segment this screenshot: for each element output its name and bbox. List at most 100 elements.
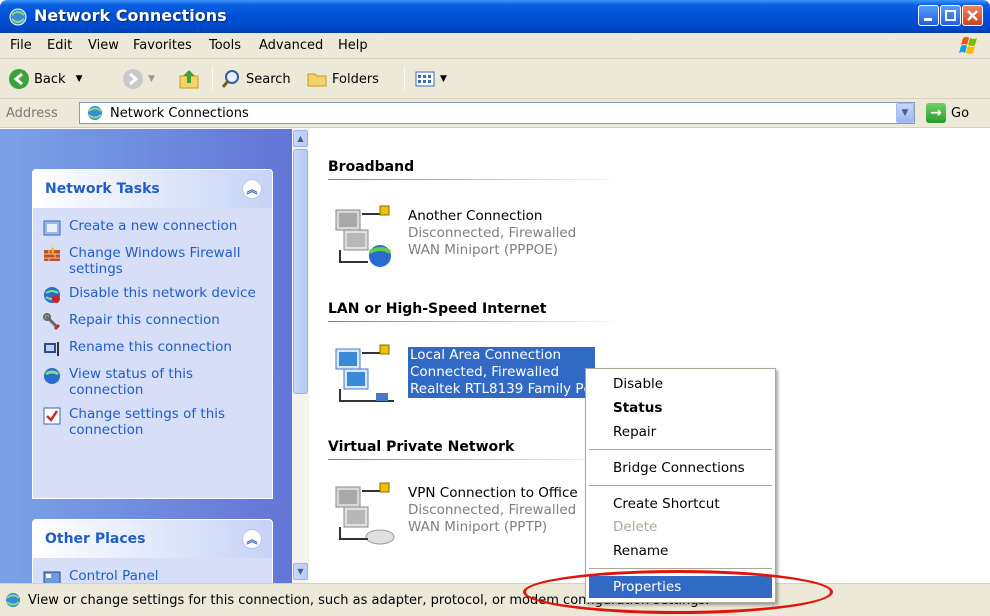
task-label: Repair this connection: [69, 312, 220, 328]
menu-tools[interactable]: Tools: [209, 38, 241, 53]
firewall-icon: [44, 247, 60, 261]
other-places-title: Other Places: [45, 531, 146, 547]
repair-icon: [43, 313, 61, 331]
status-bar: View or change settings for this connect…: [0, 583, 990, 616]
network-tasks-panel: Network Tasks ︽ Create a new connection …: [32, 169, 273, 499]
connection-name: Local Area Connection: [410, 347, 562, 363]
connection-device: WAN Miniport (PPTP): [408, 519, 548, 535]
menu-item-properties[interactable]: Properties: [589, 576, 772, 598]
task-label: Change settings of this connection: [69, 406, 226, 438]
menu-separator: [589, 568, 772, 569]
maximize-button[interactable]: [940, 5, 961, 26]
go-button[interactable]: → Go: [926, 103, 969, 123]
scroll-thumb[interactable]: [293, 149, 308, 394]
address-label: Address: [6, 106, 58, 121]
views-button[interactable]: ▼: [414, 67, 447, 91]
task-label: View status of this connection: [69, 366, 194, 398]
connection-device: WAN Miniport (PPPOE): [408, 242, 559, 258]
toolbar-separator: [404, 67, 405, 91]
task-pane-scrollbar[interactable]: ▲ ▼: [292, 129, 309, 583]
task-rename-connection[interactable]: Rename this connection: [33, 335, 272, 362]
up-folder-button[interactable]: [178, 67, 200, 91]
address-dropdown-button[interactable]: ▼: [896, 103, 914, 123]
go-label: Go: [951, 105, 970, 121]
network-tasks-header[interactable]: Network Tasks ︽: [33, 170, 272, 208]
forward-button[interactable]: ▼: [122, 67, 155, 91]
forward-arrow-icon: [123, 69, 143, 89]
task-label: Rename this connection: [69, 339, 232, 355]
connection-text: Local Area Connection Connected, Firewal…: [408, 347, 595, 398]
task-label: Change Windows Firewall settings: [69, 245, 241, 277]
back-dropdown-icon[interactable]: ▼: [76, 74, 83, 84]
connection-device: Realtek RTL8139 Family Pc: [410, 381, 591, 397]
menu-edit[interactable]: Edit: [47, 38, 72, 53]
menu-file[interactable]: File: [10, 38, 32, 53]
search-button[interactable]: Search: [220, 67, 291, 91]
group-divider: [328, 321, 628, 322]
connection-status: Connected, Firewalled: [410, 364, 560, 380]
scroll-down-button[interactable]: ▼: [293, 563, 308, 580]
folders-icon: [307, 73, 327, 87]
menu-advanced[interactable]: Advanced: [259, 38, 323, 53]
toolbar-separator: [212, 67, 213, 91]
window-title: Network Connections: [34, 6, 227, 25]
views-dropdown-icon: ▼: [440, 74, 447, 84]
task-repair-connection[interactable]: Repair this connection: [33, 308, 272, 335]
settings-icon: [43, 407, 61, 425]
menu-item-create-shortcut[interactable]: Create Shortcut: [589, 493, 772, 515]
task-label: Control Panel: [69, 568, 159, 583]
connection-status: Disconnected, Firewalled: [408, 225, 577, 241]
menu-item-repair[interactable]: Repair: [589, 421, 772, 443]
connection-name: Another Connection: [408, 208, 543, 224]
collapse-icon[interactable]: ︽: [242, 179, 262, 199]
address-value: Network Connections: [110, 105, 249, 121]
task-label: Create a new connection: [69, 218, 238, 234]
menu-separator: [589, 485, 772, 486]
task-change-settings[interactable]: Change settings of this connection: [33, 402, 272, 442]
network-connections-icon: [88, 106, 102, 120]
control-panel-icon: [43, 571, 61, 583]
task-create-connection[interactable]: Create a new connection: [33, 214, 272, 241]
up-folder-icon: [179, 70, 199, 89]
other-places-panel: Other Places ︽ Control Panel: [32, 519, 273, 583]
menu-item-rename[interactable]: Rename: [589, 540, 772, 562]
chevron-down-icon: ▼: [901, 108, 909, 118]
maximize-icon: [945, 10, 956, 21]
menu-bar: File Edit View Favorites Tools Advanced …: [0, 33, 990, 59]
lan-connection-icon: [335, 344, 394, 402]
go-arrow-icon: →: [926, 103, 946, 123]
collapse-icon[interactable]: ︽: [242, 529, 262, 549]
group-header-lan: LAN or High-Speed Internet: [328, 301, 547, 317]
back-label: Back: [34, 71, 66, 87]
close-button[interactable]: [962, 5, 983, 26]
task-firewall-settings[interactable]: Change Windows Firewall settings: [33, 241, 272, 281]
menu-view[interactable]: View: [88, 38, 119, 53]
menu-item-bridge-connections[interactable]: Bridge Connections: [589, 457, 772, 479]
group-divider: [328, 179, 628, 180]
scroll-up-button[interactable]: ▲: [293, 130, 308, 147]
back-button[interactable]: Back ▼: [8, 67, 82, 91]
place-control-panel[interactable]: Control Panel: [33, 564, 272, 583]
status-icon: [44, 368, 60, 384]
folders-button[interactable]: Folders: [306, 67, 379, 91]
connection-item-broadband[interactable]: Another Connection Disconnected, Firewal…: [330, 204, 650, 270]
menu-separator: [589, 449, 772, 450]
menu-favorites[interactable]: Favorites: [133, 38, 192, 53]
forward-dropdown-icon[interactable]: ▼: [148, 74, 155, 84]
minimize-button[interactable]: [918, 5, 939, 26]
close-icon: [967, 10, 978, 21]
network-tasks-title: Network Tasks: [45, 181, 160, 197]
menu-item-disable[interactable]: Disable: [589, 373, 772, 395]
vpn-connection-icon: [335, 482, 395, 545]
menu-item-status[interactable]: Status: [589, 397, 772, 419]
connection-text: Another Connection Disconnected, Firewal…: [408, 208, 576, 259]
task-view-status[interactable]: View status of this connection: [33, 362, 272, 402]
search-icon: [221, 70, 239, 88]
connection-status: Disconnected, Firewalled: [408, 502, 577, 518]
other-places-header[interactable]: Other Places ︽: [33, 520, 272, 558]
menu-help[interactable]: Help: [338, 38, 368, 53]
address-input[interactable]: Network Connections: [79, 102, 915, 124]
task-disable-device[interactable]: Disable this network device: [33, 281, 272, 308]
minimize-icon: [924, 18, 932, 21]
title-bar: Network Connections: [0, 0, 990, 33]
